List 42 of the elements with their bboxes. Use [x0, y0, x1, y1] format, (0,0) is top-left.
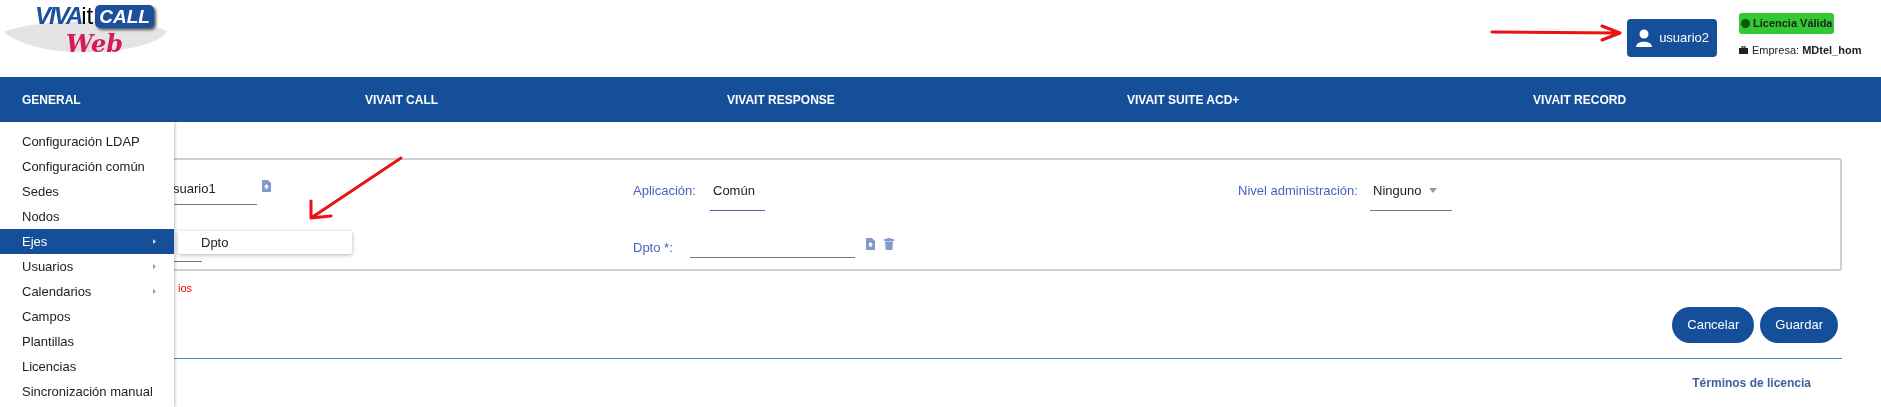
logo-text: it	[81, 4, 94, 28]
nav-tab[interactable]: VIVAIT SUITE ACD+	[1127, 92, 1240, 107]
user-icon	[1635, 29, 1654, 47]
menu-item[interactable]: Licencias	[0, 354, 174, 379]
field-label: Nivel administración:	[1238, 182, 1358, 200]
license-badge: Licencia Válida	[1739, 13, 1835, 34]
menu-item[interactable]: Campos	[0, 304, 174, 329]
error-text: ios	[178, 281, 193, 296]
briefcase-icon	[1739, 45, 1748, 54]
logo-text: VIVA	[35, 4, 82, 28]
upload-file-icon	[262, 180, 271, 192]
application-field[interactable]: Común	[710, 181, 765, 211]
trash-icon[interactable]	[884, 238, 894, 250]
field-label: Dpto *:	[633, 239, 673, 257]
nav-tab[interactable]: GENERAL	[22, 92, 81, 107]
menu-item[interactable]: Usuarios	[0, 254, 174, 279]
action-button[interactable]: Guardar	[1760, 307, 1838, 343]
menu-item[interactable]: Sedes	[0, 179, 174, 204]
nav-tab[interactable]: VIVAIT RECORD	[1533, 92, 1627, 107]
license-terms-link[interactable]: Términos de licencia	[1692, 374, 1811, 392]
menu-item[interactable]: Nodos	[0, 204, 174, 229]
company-text: Empresa: MDtel_hom	[1752, 42, 1862, 58]
menu-item[interactable]: Calendarios	[0, 279, 174, 304]
nav-tab[interactable]: VIVAIT RESPONSE	[727, 92, 835, 107]
user-button[interactable]: usuario2	[1627, 19, 1717, 57]
submenu-caret-icon	[153, 264, 156, 269]
menu-item[interactable]: Sincronización manual	[0, 379, 174, 404]
submenu-caret-icon	[153, 289, 156, 294]
action-button[interactable]: Cancelar	[1672, 307, 1755, 343]
nav-tab[interactable]: VIVAIT CALL	[365, 92, 439, 107]
caret-icon	[1429, 188, 1438, 194]
admin-level-select[interactable]: Ninguno	[1370, 181, 1452, 211]
menu-item[interactable]: Ejes	[0, 229, 174, 254]
logo-script-text: Web	[66, 32, 124, 56]
upload-file-icon	[866, 238, 875, 250]
submenu-caret-icon	[153, 239, 156, 244]
submenu-item[interactable]: Dpto	[178, 231, 352, 254]
menu-item[interactable]: Configuración común	[0, 154, 174, 179]
menu-item[interactable]: Plantillas	[0, 329, 174, 354]
logo-badge: CALL	[95, 4, 154, 28]
field-label: Aplicación:	[633, 182, 696, 200]
menu-item[interactable]: Configuración LDAP	[0, 129, 174, 154]
